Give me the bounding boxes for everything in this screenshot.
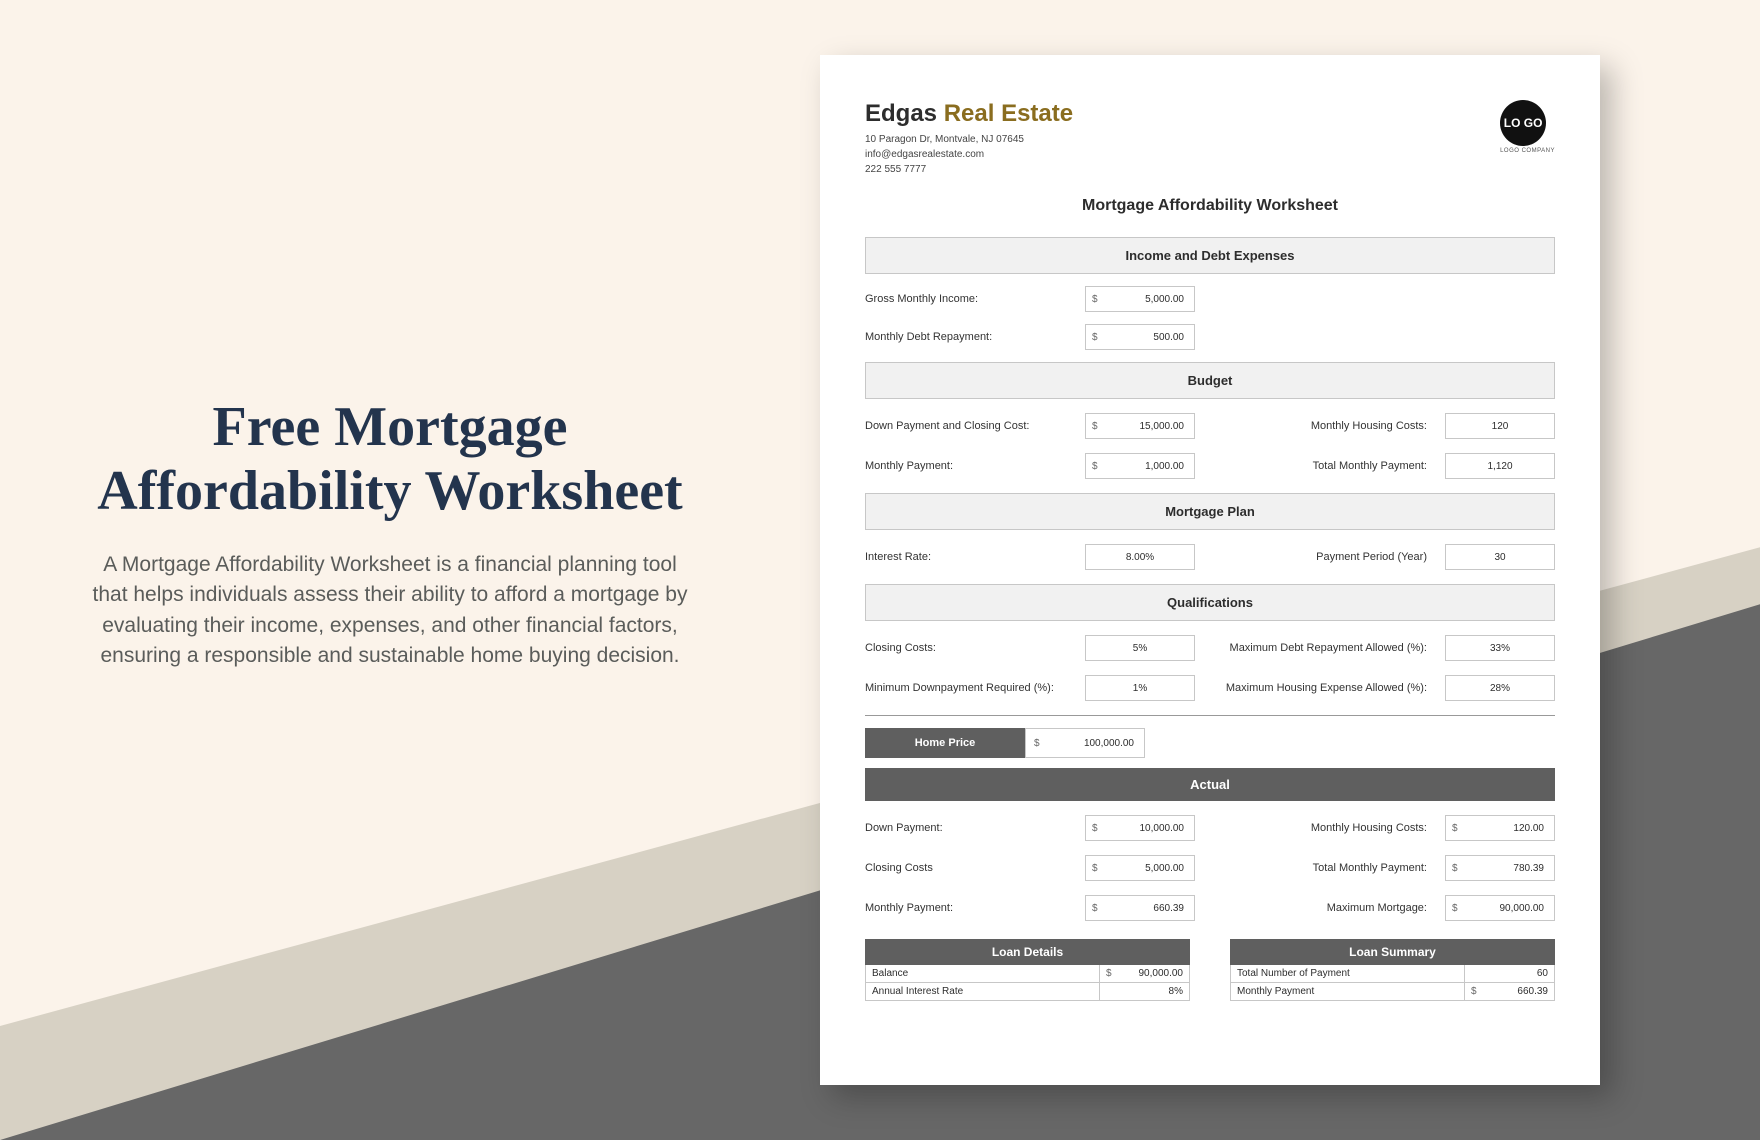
row-actual-2: Closing Costs 5,000.00 Total Monthly Pay… [865, 855, 1555, 881]
value-max-housing[interactable]: 28% [1445, 675, 1555, 701]
table-loan-details: Loan Details Balance 90,000.00 Annual In… [865, 939, 1190, 1001]
page-description: A Mortgage Affordability Worksheet is a … [90, 550, 690, 672]
row-qual-1: Closing Costs: 5% Maximum Debt Repayment… [865, 635, 1555, 661]
section-header-actual: Actual [865, 768, 1555, 801]
value-num-payment: 60 [1464, 965, 1554, 982]
company-email: info@edgasrealestate.com [865, 147, 1073, 162]
section-header-budget: Budget [865, 362, 1555, 399]
value-home-price[interactable]: 100,000.00 [1025, 728, 1145, 758]
logo-caption: LOGO COMPANY [1500, 148, 1555, 154]
value-housing-costs[interactable]: 120 [1445, 413, 1555, 439]
value-gross-income[interactable]: 5,000.00 [1085, 286, 1195, 312]
label-interest-rate: Interest Rate: [865, 551, 1075, 563]
loan-details-header: Loan Details [865, 939, 1190, 965]
company-name-part1: Edgas [865, 100, 937, 127]
divider [865, 715, 1555, 716]
worksheet-document: Edgas Real Estate 10 Paragon Dr, Montval… [820, 55, 1600, 1085]
label-balance: Balance [866, 965, 1099, 982]
logo-text: LO GO [1504, 117, 1543, 129]
label-actual-monthly: Monthly Payment: [865, 902, 1075, 914]
value-monthly-payment[interactable]: 1,000.00 [1085, 453, 1195, 479]
value-min-down[interactable]: 1% [1085, 675, 1195, 701]
value-debt-repayment[interactable]: 500.00 [1085, 324, 1195, 350]
label-gross-income: Gross Monthly Income: [865, 293, 1075, 305]
value-actual-closing[interactable]: 5,000.00 [1085, 855, 1195, 881]
value-closing-costs[interactable]: 5% [1085, 635, 1195, 661]
row-qual-2: Minimum Downpayment Required (%): 1% Max… [865, 675, 1555, 701]
label-min-down: Minimum Downpayment Required (%): [865, 682, 1075, 694]
value-air: 8% [1099, 983, 1189, 1000]
document-header: Edgas Real Estate 10 Paragon Dr, Montval… [865, 100, 1555, 177]
label-air: Annual Interest Rate [866, 983, 1099, 1000]
label-payment-period: Payment Period (Year) [1205, 551, 1435, 563]
company-name: Edgas Real Estate [865, 100, 1073, 128]
label-down-closing: Down Payment and Closing Cost: [865, 420, 1075, 432]
value-actual-max[interactable]: 90,000.00 [1445, 895, 1555, 921]
value-actual-monthly[interactable]: 660.39 [1085, 895, 1195, 921]
company-phone: 222 555 7777 [865, 162, 1073, 177]
value-actual-down[interactable]: 10,000.00 [1085, 815, 1195, 841]
label-actual-down: Down Payment: [865, 822, 1075, 834]
value-monthly-pay: 660.39 [1464, 983, 1554, 1000]
section-header-income: Income and Debt Expenses [865, 237, 1555, 274]
hero-block: Free Mortgage Affordability Worksheet A … [90, 395, 690, 672]
company-address: 10 Paragon Dr, Montvale, NJ 07645 [865, 132, 1073, 147]
company-info: 10 Paragon Dr, Montvale, NJ 07645 info@e… [865, 132, 1073, 177]
section-header-qualifications: Qualifications [865, 584, 1555, 621]
label-housing-costs: Monthly Housing Costs: [1205, 420, 1435, 432]
table-row: Balance 90,000.00 [865, 965, 1190, 983]
label-actual-closing: Closing Costs [865, 862, 1075, 874]
label-home-price: Home Price [865, 728, 1025, 758]
logo-icon: LO GO [1500, 100, 1546, 146]
table-loan-summary: Loan Summary Total Number of Payment 60 … [1230, 939, 1555, 1001]
label-num-payment: Total Number of Payment [1231, 965, 1464, 982]
label-debt-repayment: Monthly Debt Repayment: [865, 331, 1075, 343]
value-payment-period[interactable]: 30 [1445, 544, 1555, 570]
label-actual-max: Maximum Mortgage: [1205, 902, 1435, 914]
value-max-debt[interactable]: 33% [1445, 635, 1555, 661]
label-actual-housing: Monthly Housing Costs: [1205, 822, 1435, 834]
label-monthly-payment: Monthly Payment: [865, 460, 1075, 472]
logo-block: LO GO LOGO COMPANY [1500, 100, 1555, 154]
row-plan: Interest Rate: 8.00% Payment Period (Yea… [865, 544, 1555, 570]
row-budget-2: Monthly Payment: 1,000.00 Total Monthly … [865, 453, 1555, 479]
label-monthly-pay: Monthly Payment [1231, 983, 1464, 1000]
row-debt-repayment: Monthly Debt Repayment: 500.00 [865, 324, 1555, 350]
loan-tables: Loan Details Balance 90,000.00 Annual In… [865, 939, 1555, 1001]
row-home-price: Home Price 100,000.00 [865, 728, 1555, 758]
company-name-part2: Real Estate [944, 100, 1073, 127]
value-total-monthly[interactable]: 1,120 [1445, 453, 1555, 479]
worksheet-title: Mortgage Affordability Worksheet [865, 197, 1555, 215]
loan-summary-header: Loan Summary [1230, 939, 1555, 965]
row-actual-3: Monthly Payment: 660.39 Maximum Mortgage… [865, 895, 1555, 921]
label-actual-total: Total Monthly Payment: [1205, 862, 1435, 874]
value-down-closing[interactable]: 15,000.00 [1085, 413, 1195, 439]
company-block: Edgas Real Estate 10 Paragon Dr, Montval… [865, 100, 1073, 177]
value-balance: 90,000.00 [1099, 965, 1189, 982]
label-total-monthly: Total Monthly Payment: [1205, 460, 1435, 472]
row-gross-income: Gross Monthly Income: 5,000.00 [865, 286, 1555, 312]
label-max-debt: Maximum Debt Repayment Allowed (%): [1205, 642, 1435, 654]
label-closing-costs: Closing Costs: [865, 642, 1075, 654]
value-actual-total[interactable]: 780.39 [1445, 855, 1555, 881]
page-title: Free Mortgage Affordability Worksheet [90, 395, 690, 524]
label-max-housing: Maximum Housing Expense Allowed (%): [1205, 682, 1435, 694]
table-row: Annual Interest Rate 8% [865, 983, 1190, 1001]
row-budget-1: Down Payment and Closing Cost: 15,000.00… [865, 413, 1555, 439]
section-header-plan: Mortgage Plan [865, 493, 1555, 530]
value-actual-housing[interactable]: 120.00 [1445, 815, 1555, 841]
value-interest-rate[interactable]: 8.00% [1085, 544, 1195, 570]
table-row: Monthly Payment 660.39 [1230, 983, 1555, 1001]
table-row: Total Number of Payment 60 [1230, 965, 1555, 983]
row-actual-1: Down Payment: 10,000.00 Monthly Housing … [865, 815, 1555, 841]
